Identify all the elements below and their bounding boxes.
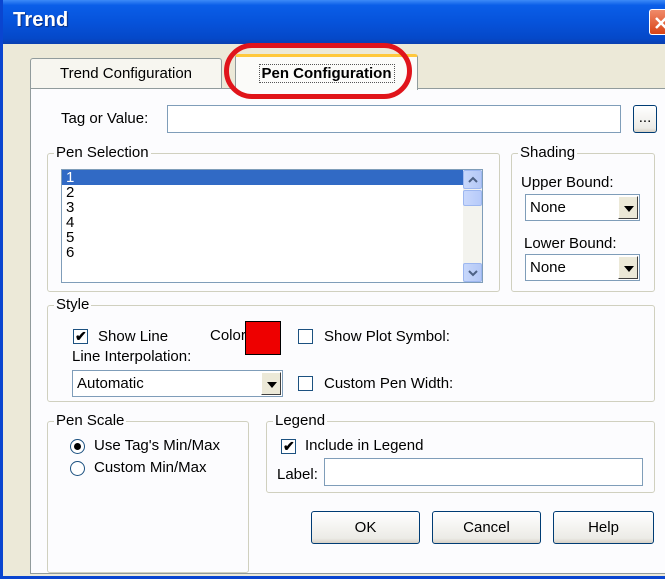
checkmark-icon: ✔ bbox=[283, 438, 295, 454]
interpolation-label: Line Interpolation: bbox=[72, 348, 192, 365]
chevron-down-icon[interactable] bbox=[618, 256, 638, 279]
lower-bound-label: Lower Bound: bbox=[524, 235, 617, 252]
chevron-down-icon[interactable] bbox=[618, 196, 638, 219]
pen-scale-title: Pen Scale bbox=[54, 412, 127, 430]
chevron-down-icon bbox=[468, 270, 478, 277]
show-line-label: Show Line bbox=[98, 328, 169, 345]
pen-selection-title: Pen Selection bbox=[54, 144, 151, 162]
highlight-annotation bbox=[224, 43, 412, 99]
lower-bound-select[interactable]: None bbox=[525, 254, 640, 281]
lower-bound-value: None bbox=[530, 259, 566, 276]
scroll-down-button[interactable] bbox=[463, 263, 482, 282]
custom-pen-width-checkbox[interactable] bbox=[298, 376, 313, 391]
upper-bound-label: Upper Bound: bbox=[521, 174, 614, 191]
chevron-down-icon[interactable] bbox=[261, 372, 281, 395]
list-item[interactable]: 1 bbox=[62, 170, 482, 185]
include-in-legend-checkbox[interactable]: ✔ bbox=[281, 438, 296, 454]
browse-button[interactable]: ... bbox=[633, 105, 657, 133]
tag-label: Tag or Value: bbox=[61, 110, 149, 127]
interpolation-value: Automatic bbox=[77, 375, 144, 392]
upper-bound-select[interactable]: None bbox=[525, 194, 640, 221]
help-button[interactable]: Help bbox=[553, 511, 654, 544]
custom-minmax-label: Custom Min/Max bbox=[94, 459, 207, 476]
show-plot-symbol-checkbox[interactable] bbox=[298, 329, 313, 344]
close-button[interactable] bbox=[649, 9, 665, 35]
title-bar[interactable]: Trend bbox=[3, 0, 665, 44]
close-icon bbox=[655, 17, 665, 29]
show-line-checkbox[interactable]: ✔ bbox=[73, 328, 88, 344]
pen-scale-group: Pen Scale Use Tag's Min/Max Custom Min/M… bbox=[47, 412, 249, 573]
pen-selection-group: Pen Selection 1 2 3 4 5 6 bbox=[47, 144, 500, 292]
show-plot-symbol-label: Show Plot Symbol: bbox=[324, 328, 450, 345]
shading-title: Shading bbox=[518, 144, 578, 162]
legend-label-label: Label: bbox=[277, 466, 318, 483]
tag-input[interactable] bbox=[167, 105, 621, 133]
upper-bound-value: None bbox=[530, 199, 566, 216]
tab-label: Trend Configuration bbox=[59, 65, 193, 82]
color-swatch[interactable] bbox=[245, 321, 281, 355]
ok-button[interactable]: OK bbox=[311, 511, 420, 544]
scroll-up-button[interactable] bbox=[463, 170, 482, 189]
tab-trend-configuration[interactable]: Trend Configuration bbox=[30, 58, 222, 88]
chevron-up-icon bbox=[468, 176, 478, 183]
list-item[interactable]: 2 bbox=[62, 185, 482, 200]
checkmark-icon: ✔ bbox=[75, 328, 87, 344]
pen-list-scrollbar[interactable] bbox=[463, 170, 482, 282]
cancel-button[interactable]: Cancel bbox=[432, 511, 541, 544]
pen-listbox[interactable]: 1 2 3 4 5 6 bbox=[61, 169, 483, 283]
legend-group: Legend ✔ Include in Legend Label: bbox=[266, 412, 655, 493]
window-title: Trend bbox=[13, 9, 69, 31]
style-title: Style bbox=[54, 296, 92, 314]
list-item[interactable]: 4 bbox=[62, 215, 482, 230]
use-tag-minmax-label: Use Tag's Min/Max bbox=[94, 437, 220, 454]
trend-dialog: Trend Trend Configuration Pen Configurat… bbox=[0, 0, 665, 579]
tab-panel: Tag or Value: ... Pen Selection 1 2 3 4 … bbox=[30, 88, 665, 574]
interpolation-select[interactable]: Automatic bbox=[72, 370, 283, 397]
color-label: Color: bbox=[210, 327, 251, 344]
list-item[interactable]: 5 bbox=[62, 230, 482, 245]
legend-label-input[interactable] bbox=[324, 458, 643, 486]
custom-minmax-radio[interactable] bbox=[70, 461, 85, 476]
shading-group: Shading Upper Bound: None Lower Bound: N… bbox=[511, 144, 655, 292]
legend-title: Legend bbox=[273, 412, 328, 430]
custom-pen-width-label: Custom Pen Width: bbox=[324, 375, 454, 392]
list-item[interactable]: 3 bbox=[62, 200, 482, 215]
scroll-thumb[interactable] bbox=[463, 190, 482, 206]
include-in-legend-label: Include in Legend bbox=[305, 437, 424, 454]
style-group: Style ✔ Show Line Color: Show Plot Symbo… bbox=[47, 296, 655, 402]
use-tag-minmax-radio[interactable] bbox=[70, 439, 85, 454]
list-item[interactable]: 6 bbox=[62, 245, 482, 260]
